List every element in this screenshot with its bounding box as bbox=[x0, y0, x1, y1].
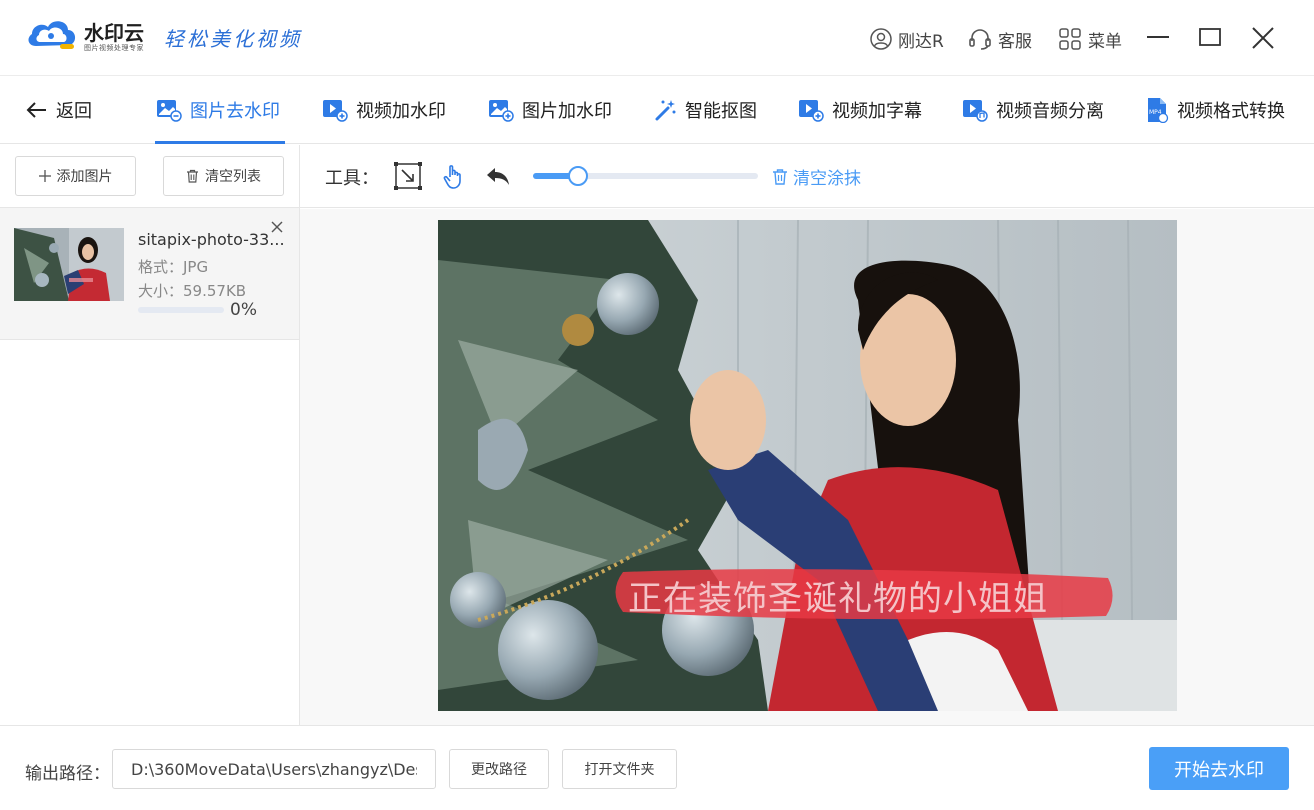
file-name: sitapix-photo-33... bbox=[138, 230, 285, 249]
output-bar: 输出路径： 更改路径 打开文件夹 开始去水印 bbox=[0, 725, 1314, 810]
image-add-icon bbox=[489, 100, 514, 122]
close-icon[interactable] bbox=[1249, 24, 1277, 52]
tool-bar: 工具： 清空涂抹 bbox=[300, 145, 1314, 208]
tab-image-add-watermark[interactable]: 图片加水印 bbox=[488, 96, 612, 124]
clear-smear-label: 清空涂抹 bbox=[793, 168, 861, 189]
title-bar: 水印云 图片视频处理专家 轻松美化视频 刚达R 客服 菜单 bbox=[0, 0, 1314, 76]
clear-smear-button[interactable]: 清空涂抹 bbox=[772, 164, 861, 189]
trash-icon bbox=[773, 168, 787, 185]
tab-video-subtitles[interactable]: 视频加字幕 bbox=[798, 96, 922, 124]
clear-list-button[interactable]: 清空列表 bbox=[163, 156, 284, 196]
magic-wand-icon bbox=[655, 100, 676, 121]
list-item[interactable]: sitapix-photo-33... 格式：JPG 大小：59.57KB 0% bbox=[0, 208, 299, 340]
active-tab-indicator bbox=[155, 141, 285, 144]
clear-list-label: 清空列表 bbox=[205, 169, 261, 185]
video-add-icon bbox=[323, 100, 348, 122]
output-path-field[interactable] bbox=[112, 749, 436, 789]
minimize-icon[interactable] bbox=[1144, 24, 1172, 52]
tab-image-watermark-removal[interactable]: 图片去水印 bbox=[156, 96, 280, 124]
preview-image[interactable]: 正在装饰圣诞礼物的小姐姐 bbox=[438, 220, 1177, 711]
headset-icon bbox=[969, 29, 991, 50]
video-subtitle-icon bbox=[799, 100, 824, 122]
grid-menu-icon bbox=[1059, 28, 1081, 50]
change-path-button[interactable]: 更改路径 bbox=[449, 749, 549, 789]
file-thumbnail bbox=[14, 228, 124, 301]
app-window: 水印云 图片视频处理专家 轻松美化视频 刚达R 客服 菜单 返回 图片去水印 视… bbox=[0, 0, 1314, 810]
feature-tabs: 返回 图片去水印 视频加水印 图片加水印 智能抠图 视频加字幕 视频音频分离 M… bbox=[0, 76, 1314, 144]
tab-label: 图片去水印 bbox=[190, 101, 280, 122]
slider-handle[interactable] bbox=[568, 166, 588, 186]
progress-bar bbox=[138, 307, 224, 313]
open-folder-button[interactable]: 打开文件夹 bbox=[562, 749, 677, 789]
cloud-logo-icon bbox=[28, 21, 76, 49]
back-button[interactable]: 返回 bbox=[26, 96, 92, 124]
user-name: 刚达R bbox=[898, 31, 944, 52]
mp4-file-icon: MP4 bbox=[1148, 98, 1169, 123]
tab-label: 视频音频分离 bbox=[996, 101, 1104, 122]
video-audio-icon bbox=[963, 100, 988, 122]
tab-label: 图片加水印 bbox=[522, 101, 612, 122]
watermark-text: 正在装饰圣诞礼物的小姐姐 bbox=[628, 579, 1048, 619]
tab-label: 视频格式转换 bbox=[1177, 101, 1285, 122]
image-canvas[interactable]: 正在装饰圣诞礼物的小姐姐 bbox=[300, 209, 1314, 725]
brand-slogan: 轻松美化视频 bbox=[164, 27, 302, 51]
back-label: 返回 bbox=[56, 101, 92, 122]
brush-size-slider[interactable] bbox=[533, 173, 758, 179]
tab-video-add-watermark[interactable]: 视频加水印 bbox=[322, 96, 446, 124]
tab-video-format-convert[interactable]: MP4 视频格式转换 bbox=[1145, 96, 1285, 124]
output-path-label: 输出路径： bbox=[25, 764, 110, 784]
tab-label: 视频加字幕 bbox=[832, 101, 922, 122]
add-image-label: 添加图片 bbox=[56, 169, 113, 185]
file-size: 大小：59.57KB bbox=[138, 282, 247, 300]
file-format: 格式：JPG bbox=[138, 258, 209, 276]
remove-file-icon[interactable] bbox=[270, 220, 284, 234]
tab-video-audio-separation[interactable]: 视频音频分离 bbox=[962, 96, 1104, 124]
tab-label: 视频加水印 bbox=[356, 101, 446, 122]
user-account[interactable]: 刚达R bbox=[870, 25, 944, 53]
tab-smart-cutout[interactable]: 智能抠图 bbox=[653, 96, 757, 124]
start-removal-button[interactable]: 开始去水印 bbox=[1149, 747, 1289, 790]
trash-icon bbox=[187, 169, 198, 183]
arrow-left-icon bbox=[26, 102, 46, 118]
plus-icon bbox=[38, 170, 51, 182]
brand-name: 水印云 bbox=[84, 21, 144, 45]
progress-text: 0% bbox=[230, 300, 257, 320]
select-box-icon[interactable] bbox=[394, 162, 422, 190]
brand-subtitle: 图片视频处理专家 bbox=[84, 44, 144, 52]
file-list-panel: 添加图片 清空列表 sitapix-photo-33... 格式：JPG 大小：… bbox=[0, 145, 300, 725]
customer-service[interactable]: 客服 bbox=[968, 25, 1032, 53]
main-menu[interactable]: 菜单 bbox=[1058, 25, 1122, 53]
undo-icon[interactable] bbox=[484, 162, 512, 190]
add-image-button[interactable]: 添加图片 bbox=[15, 156, 136, 196]
hand-pan-icon[interactable] bbox=[440, 162, 468, 190]
user-icon bbox=[870, 28, 892, 50]
menu-label: 菜单 bbox=[1088, 31, 1122, 52]
service-label: 客服 bbox=[998, 31, 1032, 52]
maximize-icon[interactable] bbox=[1196, 24, 1224, 52]
tools-label: 工具： bbox=[325, 168, 379, 189]
tab-label: 智能抠图 bbox=[685, 101, 757, 122]
image-remove-icon bbox=[157, 100, 182, 122]
